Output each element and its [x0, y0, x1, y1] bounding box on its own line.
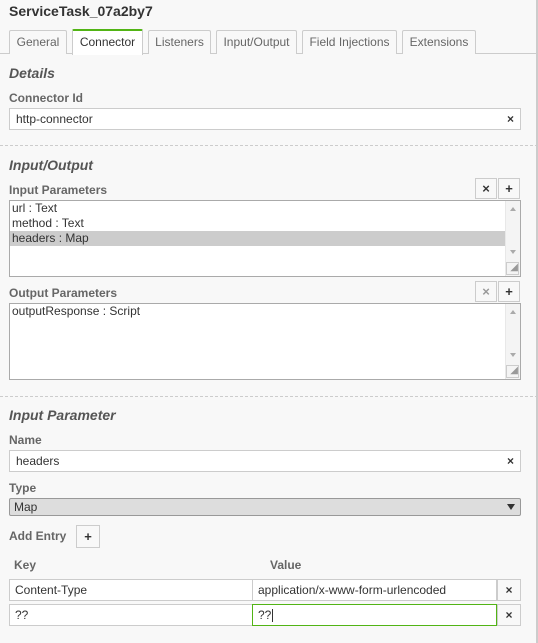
- entry-value-input[interactable]: application/x-www-form-urlencoded: [252, 579, 497, 601]
- panel-title: ServiceTask_07a2by7: [9, 3, 153, 19]
- input-output-heading: Input/Output: [9, 157, 93, 173]
- add-output-parameter-button[interactable]: +: [498, 281, 520, 302]
- resize-grip-icon[interactable]: ◢: [506, 365, 519, 378]
- connector-id-label: Connector Id: [9, 91, 83, 105]
- tab-bar: General Connector Listeners Input/Output…: [0, 29, 538, 55]
- entry-key-input[interactable]: ??: [9, 604, 253, 626]
- remove-entry-button[interactable]: ×: [497, 604, 521, 626]
- add-entry-label: Add Entry: [9, 529, 67, 543]
- connector-id-value: http-connector: [16, 112, 93, 126]
- tab-input-output[interactable]: Input/Output: [216, 30, 297, 54]
- section-divider: [0, 145, 538, 146]
- remove-output-parameter-button[interactable]: ×: [475, 281, 497, 302]
- clear-connector-id-icon[interactable]: ×: [507, 109, 514, 129]
- section-divider: [0, 396, 538, 397]
- list-item[interactable]: outputResponse : Script: [10, 304, 506, 319]
- clear-name-icon[interactable]: ×: [507, 451, 514, 471]
- tab-extensions[interactable]: Extensions: [402, 30, 476, 54]
- tab-listeners[interactable]: Listeners: [148, 30, 211, 54]
- list-item[interactable]: method : Text: [10, 216, 506, 231]
- type-select-value: Map: [14, 500, 38, 514]
- entry-value-text: ??: [258, 608, 272, 622]
- chevron-down-icon: [507, 504, 515, 510]
- tab-general[interactable]: General: [9, 30, 67, 54]
- tab-field-injections[interactable]: Field Injections: [302, 30, 397, 54]
- entry-key-input[interactable]: Content-Type: [9, 579, 253, 601]
- remove-entry-button[interactable]: ×: [497, 579, 521, 601]
- scroll-up-icon[interactable]: [510, 207, 516, 211]
- key-column-header: Key: [14, 558, 37, 572]
- scroll-down-icon[interactable]: [510, 353, 516, 357]
- text-caret: [272, 609, 274, 623]
- input-parameter-heading: Input Parameter: [9, 407, 116, 423]
- list-item-selected[interactable]: headers : Map: [10, 231, 506, 246]
- input-parameters-list[interactable]: url : Text method : Text headers : Map ◢: [9, 200, 521, 277]
- add-input-parameter-button[interactable]: +: [498, 178, 520, 199]
- output-parameters-label: Output Parameters: [9, 286, 118, 300]
- parameter-name-input[interactable]: headers ×: [9, 450, 521, 472]
- details-heading: Details: [9, 65, 55, 81]
- name-label: Name: [9, 433, 42, 447]
- value-column-header: Value: [270, 558, 302, 572]
- parameter-name-value: headers: [16, 454, 60, 468]
- remove-input-parameter-button[interactable]: ×: [475, 178, 497, 199]
- scroll-up-icon[interactable]: [510, 310, 516, 314]
- input-parameters-label: Input Parameters: [9, 183, 108, 197]
- scroll-down-icon[interactable]: [510, 250, 516, 254]
- tab-connector[interactable]: Connector: [72, 29, 143, 55]
- entry-value-input-focused[interactable]: ??: [252, 604, 497, 626]
- type-select[interactable]: Map: [9, 498, 521, 516]
- list-item[interactable]: url : Text: [10, 201, 506, 216]
- type-label: Type: [9, 481, 37, 495]
- resize-grip-icon[interactable]: ◢: [506, 262, 519, 275]
- connector-id-input[interactable]: http-connector ×: [9, 108, 521, 130]
- add-entry-button[interactable]: +: [76, 525, 100, 548]
- output-parameters-list[interactable]: outputResponse : Script ◢: [9, 303, 521, 380]
